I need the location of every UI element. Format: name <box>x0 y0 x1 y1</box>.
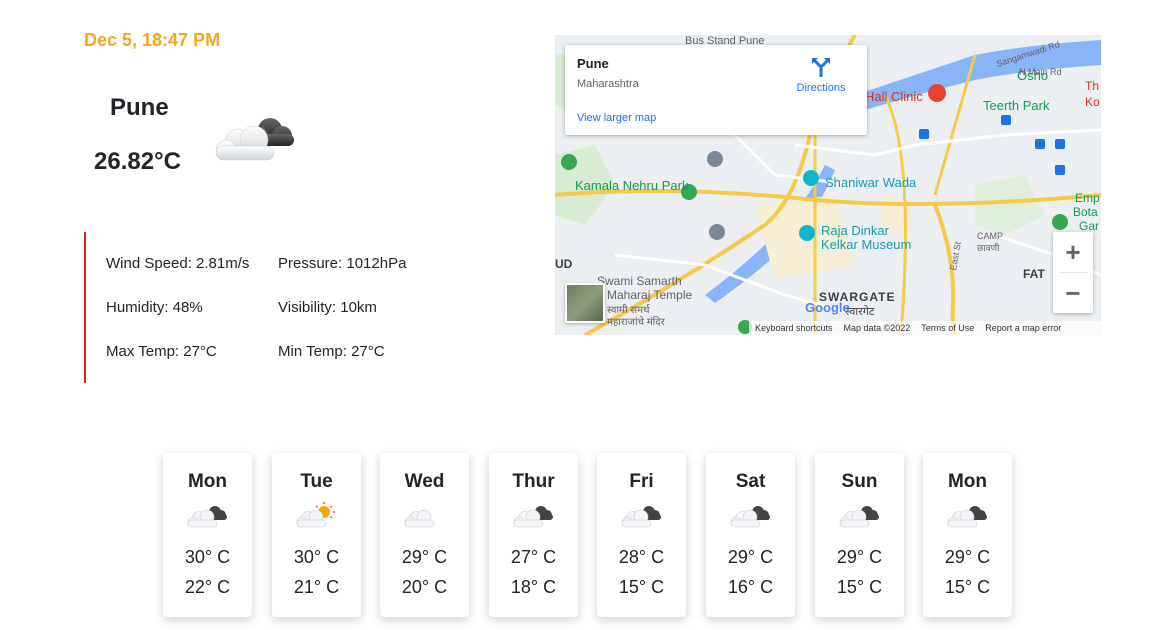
max-temp: Max Temp: 27°C <box>106 343 217 360</box>
forecast-max-temp: 27° C <box>510 547 557 567</box>
cloudy-icon <box>947 506 987 528</box>
pressure: Pressure: 1012hPa <box>278 255 407 272</box>
cloudy-icon <box>187 506 227 528</box>
terms-link[interactable]: Terms of Use <box>921 321 974 335</box>
map-label-shaniwar: Shaniwar Wada <box>825 175 917 190</box>
forecast-min-temp: 18° C <box>510 577 557 597</box>
forecast-card: Thur 27° C 18° C <box>489 453 578 617</box>
map-label-kamala: Kamala Nehru Park <box>575 178 689 193</box>
forecast-card: Tue 30° C 21° C <box>272 453 361 617</box>
map-data-label: Map data ©2022 <box>843 323 911 333</box>
map-label-raja1: Raja Dinkar <box>821 223 889 238</box>
map-label-swami1: Swami Samarth <box>597 274 682 288</box>
forecast-min-temp: 15° C <box>618 577 665 597</box>
map-label-th1: Th <box>1085 79 1100 93</box>
directions-label: Directions <box>796 82 846 94</box>
directions-button[interactable]: Directions <box>791 57 851 97</box>
forecast-day: Thur <box>512 471 555 492</box>
cloudy-icon <box>513 506 553 528</box>
forecast-card: Wed 29° C 20° C <box>380 453 469 617</box>
forecast-min-temp: 15° C <box>944 577 991 597</box>
forecast-max-temp: 28° C <box>618 547 665 567</box>
forecast-max-temp: 30° C <box>184 547 231 567</box>
light-cloud-icon <box>404 509 435 528</box>
min-temp: Min Temp: 27°C <box>278 343 385 360</box>
cloudy-icon <box>215 118 294 161</box>
map-label-emp3: Gar <box>1079 219 1100 233</box>
forecast-min-temp: 16° C <box>727 577 774 597</box>
forecast-max-temp: 30° C <box>293 547 340 567</box>
map-footer: Keyboard shortcuts Map data ©2022 Terms … <box>749 321 1101 335</box>
map-label-raja2: Kelkar Museum <box>821 237 912 252</box>
forecast-min-temp: 22° C <box>184 577 231 597</box>
forecast-card: Fri 28° C 15° C <box>597 453 686 617</box>
forecast-max-temp: 29° C <box>944 547 991 567</box>
forecast-card: Mon 29° C 15° C <box>923 453 1012 617</box>
cloudy-icon <box>839 506 879 528</box>
map-label-emp1: Emp <box>1075 191 1100 205</box>
forecast-min-temp: 15° C <box>836 577 883 597</box>
place-title: Pune <box>577 56 609 71</box>
zoom-in-button[interactable]: + <box>1053 232 1093 272</box>
forecast-day: Mon <box>947 471 988 492</box>
date-time-label: Dec 5, 18:47 PM <box>84 30 221 50</box>
map-label-ud: UD <box>555 257 573 271</box>
wind-speed: Wind Speed: 2.81m/s <box>106 255 250 272</box>
map-label-emp2: Bota <box>1073 205 1098 219</box>
map-place-card: Pune Maharashtra View larger map Directi… <box>565 45 867 135</box>
forecast-card: Sun 29° C 15° C <box>815 453 904 617</box>
zoom-out-button[interactable]: − <box>1053 273 1093 313</box>
current-temperature: 26.82°C <box>94 148 181 175</box>
satellite-toggle[interactable] <box>565 283 605 323</box>
forecast-card: Sat 29° C 16° C <box>706 453 795 617</box>
forecast-min-temp: 20° C <box>401 577 448 597</box>
weather-details-panel: Wind Speed: 2.81m/s Pressure: 1012hPa Hu… <box>84 232 444 383</box>
forecast-max-temp: 29° C <box>401 547 448 567</box>
view-larger-map-link[interactable]: View larger map <box>577 112 656 124</box>
forecast-card: Mon 30° C 22° C <box>163 453 252 617</box>
forecast-day: Sun <box>841 471 878 492</box>
forecast-day: Mon <box>187 471 228 492</box>
forecast-max-temp: 29° C <box>727 547 774 567</box>
humidity: Humidity: 48% <box>106 299 203 316</box>
report-error-link[interactable]: Report a map error <box>985 321 1061 335</box>
map-label-swami4: महाराजांचे मंदिर <box>607 317 665 328</box>
keyboard-shortcuts-link[interactable]: Keyboard shortcuts <box>755 321 833 335</box>
visibility: Visibility: 10km <box>278 299 377 316</box>
forecast-day: Wed <box>404 471 445 492</box>
map-label-camp-mr: छावणी <box>977 243 1000 253</box>
map-label-n-main: N Main Rd <box>1019 67 1062 77</box>
map-label-fat: FAT <box>1023 267 1045 281</box>
forecast-day: Tue <box>300 471 333 492</box>
cloudy-icon <box>730 506 770 528</box>
zoom-controls: + − <box>1053 232 1093 313</box>
map-label-th2: Ko <box>1085 95 1100 109</box>
forecast-max-temp: 29° C <box>836 547 883 567</box>
google-logo-text: Google <box>805 300 850 315</box>
forecast-day: Sat <box>735 471 766 492</box>
map-label-osho2: Teerth Park <box>983 98 1050 113</box>
place-subtitle: Maharashtra <box>577 78 639 90</box>
forecast-min-temp: 21° C <box>293 577 340 597</box>
map-label-hall-clinic: Hall Clinic <box>865 89 923 104</box>
cloudy-icon <box>621 506 661 528</box>
partly-sunny-icon <box>296 502 335 528</box>
forecast-day: Fri <box>629 471 654 492</box>
map-embed[interactable]: Kamala Nehru Park Shaniwar Wada Raja Din… <box>555 35 1101 335</box>
directions-icon <box>812 58 830 77</box>
map-label-swami2: Maharaj Temple <box>607 288 693 302</box>
map-label-camp: CAMP <box>977 231 1004 241</box>
city-name: Pune <box>110 94 169 121</box>
google-logo: Google <box>805 300 850 315</box>
